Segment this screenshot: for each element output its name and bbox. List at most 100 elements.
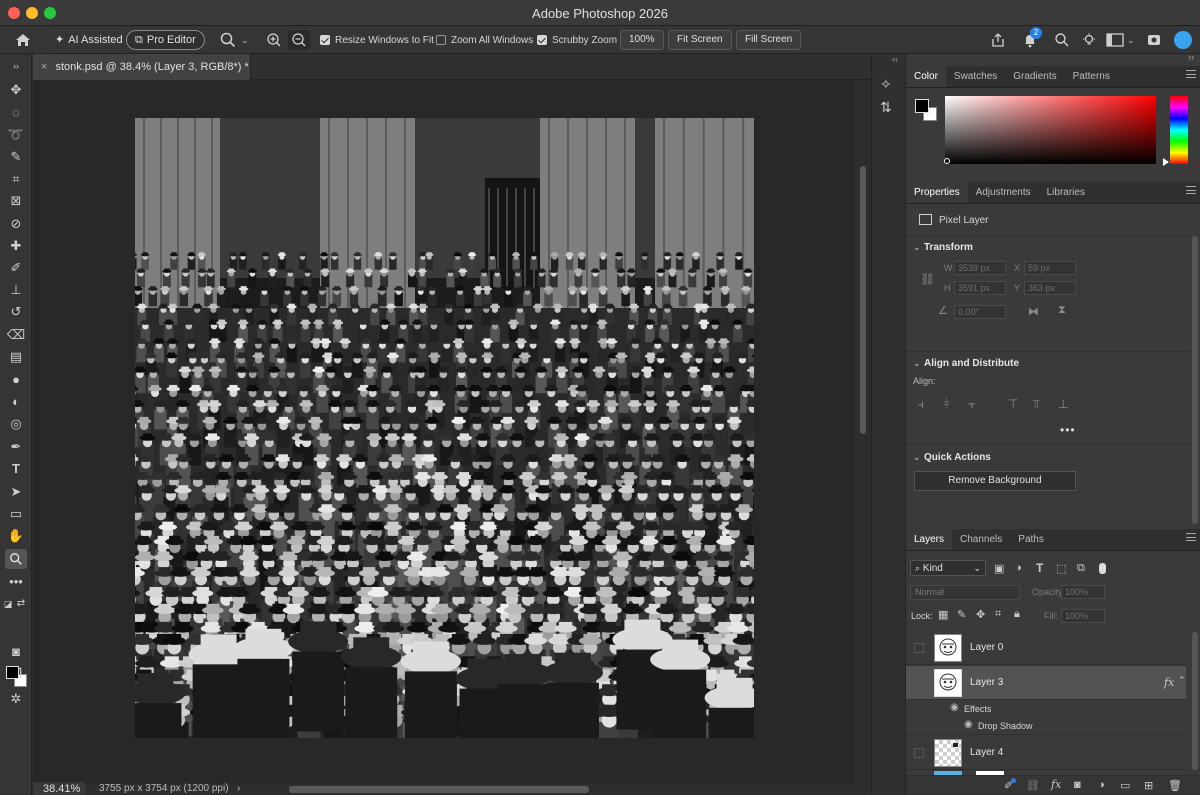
close-icon[interactable]: × xyxy=(41,61,47,73)
link-icon[interactable]: ⛓ xyxy=(920,272,935,286)
layer-name[interactable]: Layer 4 xyxy=(970,747,1003,758)
filter-type-icon[interactable]: T xyxy=(1036,561,1043,575)
eyedropper-tool-icon[interactable]: ⊘ xyxy=(5,214,27,234)
canvas-area[interactable] xyxy=(33,80,855,784)
lasso-tool-icon[interactable]: ➰ xyxy=(5,125,27,145)
height-field[interactable]: 3591 px xyxy=(954,281,1006,295)
zoom-in-button[interactable] xyxy=(266,30,282,50)
resize-windows-checkbox[interactable]: Resize Windows to Fit xyxy=(320,30,434,50)
new-adjustment-layer-icon[interactable]: ◑ xyxy=(1098,779,1105,791)
filter-shape-icon[interactable]: ⬚ xyxy=(1056,562,1066,575)
properties-scrollbar[interactable] xyxy=(1192,236,1198,524)
panel-menu-icon[interactable] xyxy=(1186,186,1196,194)
filter-pixel-icon[interactable]: ▣ xyxy=(994,562,1004,575)
effects-row[interactable]: ◉ Effects xyxy=(906,701,1186,718)
align-top-edges-icon[interactable]: ⊤ xyxy=(1008,397,1018,411)
search-button[interactable] xyxy=(1054,30,1070,50)
layer-name[interactable]: Layer 0 xyxy=(970,642,1003,653)
chevron-down-icon[interactable]: ⌄ xyxy=(913,242,921,253)
fit-screen-button[interactable]: Fit Screen xyxy=(668,30,732,50)
new-group-icon[interactable]: ▭ xyxy=(1120,779,1130,792)
opacity-field[interactable]: 100% xyxy=(1061,585,1105,599)
add-mask-icon[interactable]: ◙ xyxy=(1074,779,1081,791)
discover-button[interactable] xyxy=(1081,30,1097,50)
sponge-tool-icon[interactable]: ◎ xyxy=(5,414,27,434)
zoom-100-button[interactable]: 100% xyxy=(620,30,664,50)
horizontal-scrollbar-thumb[interactable] xyxy=(289,786,589,793)
home-button[interactable] xyxy=(14,30,32,50)
canvas-vertical-scrollbar[interactable] xyxy=(855,80,871,784)
chevron-up-icon[interactable]: ⌃ xyxy=(1178,675,1186,686)
angle-field[interactable]: 0.00° xyxy=(954,305,1006,319)
more-tools-icon[interactable]: ••• xyxy=(5,572,27,592)
zoom-level-field[interactable]: 38.41% xyxy=(33,782,85,795)
lock-artboard-icon[interactable]: ⌗ xyxy=(995,608,1001,621)
align-right-edges-icon[interactable]: ⫟ xyxy=(968,397,975,412)
cloud-status-button[interactable] xyxy=(1174,30,1192,50)
flip-horizontal-icon[interactable]: ⧓ xyxy=(1028,305,1039,318)
align-bottom-edges-icon[interactable]: ⊥ xyxy=(1058,397,1068,411)
notifications-button[interactable]: 2 xyxy=(1022,27,1042,50)
blur-tool-icon[interactable]: ● xyxy=(5,370,27,390)
flip-vertical-icon[interactable]: ⧗ xyxy=(1058,304,1066,317)
tab-layers[interactable]: Layers xyxy=(906,529,953,550)
gradient-tool-icon[interactable]: ▤ xyxy=(5,347,27,367)
more-options-icon[interactable]: ••• xyxy=(1060,423,1076,437)
tab-gradients[interactable]: Gradients xyxy=(1005,66,1064,87)
filter-toggle-icon[interactable] xyxy=(1099,563,1106,574)
new-layer-icon[interactable]: ⊞ xyxy=(1144,779,1153,792)
expand-panel-icon[interactable]: ›› xyxy=(5,56,27,76)
delete-layer-icon[interactable]: 🗑︎ xyxy=(1168,779,1182,792)
blend-mode-select[interactable]: Normal xyxy=(910,585,1020,600)
collapse-panels-icon[interactable]: ‹‹ xyxy=(892,54,898,64)
align-vertical-centers-icon[interactable]: ⫪ xyxy=(1033,397,1040,412)
filter-adjustment-icon[interactable]: ◑ xyxy=(1015,562,1022,574)
quick-selection-tool-icon[interactable]: ✎ xyxy=(5,147,27,167)
brush-tool-icon[interactable]: ✐ xyxy=(5,258,27,278)
x-field[interactable]: 59 px xyxy=(1024,261,1076,275)
zoom-out-button[interactable] xyxy=(288,30,310,50)
hue-slider[interactable] xyxy=(1170,96,1188,164)
layer-thumbnail[interactable] xyxy=(934,739,962,767)
color-field[interactable] xyxy=(945,96,1156,164)
tab-color[interactable]: Color xyxy=(906,66,946,87)
pen-tool-icon[interactable]: ✒ xyxy=(5,437,27,457)
history-brush-tool-icon[interactable]: ↺ xyxy=(5,302,27,322)
align-left-edges-icon[interactable]: ⫞ xyxy=(918,397,924,412)
layer-row-1-selected[interactable]: Layer 3 fx ⌃ xyxy=(906,666,1186,700)
layer-name[interactable]: Layer 3 xyxy=(970,677,1003,688)
lock-image-icon[interactable]: ✎ xyxy=(957,608,966,621)
layer-row-0[interactable]: Layer 0 xyxy=(906,631,1186,665)
marquee-tool-icon[interactable]: ◌ xyxy=(5,103,27,123)
eye-icon[interactable]: ◉ xyxy=(950,702,959,713)
chevron-right-icon[interactable]: › xyxy=(237,783,240,794)
panel-menu-icon[interactable] xyxy=(1186,70,1196,78)
document-tab[interactable]: × stonk.psd @ 38.4% (Layer 3, RGB/8*) * xyxy=(33,54,251,80)
path-selection-tool-icon[interactable]: ➤ xyxy=(5,482,27,502)
drop-shadow-row[interactable]: ◉ Drop Shadow xyxy=(906,718,1186,735)
scrubby-zoom-checkbox[interactable]: Scrubby Zoom xyxy=(537,30,617,50)
lock-all-icon[interactable]: 🔒︎ xyxy=(1014,608,1020,621)
healing-brush-tool-icon[interactable]: ✚ xyxy=(5,236,27,256)
ai-assisted-button[interactable]: ✦ AI Assisted xyxy=(46,30,132,50)
quick-mask-icon[interactable]: ◙ xyxy=(5,642,27,662)
plugins-button[interactable] xyxy=(1146,30,1162,50)
arrange-icon[interactable]: ⇅ xyxy=(880,99,892,116)
type-tool-icon[interactable]: T xyxy=(5,459,27,479)
history-icon[interactable]: ✧ xyxy=(880,76,892,93)
zoom-tool-icon[interactable] xyxy=(5,549,27,569)
zoom-all-windows-checkbox[interactable]: Zoom All Windows xyxy=(436,30,533,50)
collapse-dock-icon[interactable]: ›› xyxy=(1188,52,1194,62)
crop-tool-icon[interactable]: ⌗ xyxy=(5,169,27,189)
fill-screen-button[interactable]: Fill Screen xyxy=(736,30,802,50)
tab-properties[interactable]: Properties xyxy=(906,182,968,203)
tab-adjustments[interactable]: Adjustments xyxy=(968,182,1039,203)
chevron-down-icon[interactable]: ⌄ xyxy=(913,452,921,463)
tab-swatches[interactable]: Swatches xyxy=(946,66,1005,87)
y-field[interactable]: 363 px xyxy=(1024,281,1076,295)
move-tool-icon[interactable]: ✥ xyxy=(5,80,27,100)
layers-scrollbar[interactable] xyxy=(1192,632,1198,770)
generative-tools-icon[interactable]: ✲ xyxy=(5,689,27,709)
tab-libraries[interactable]: Libraries xyxy=(1039,182,1093,203)
visibility-toggle[interactable] xyxy=(914,678,924,688)
